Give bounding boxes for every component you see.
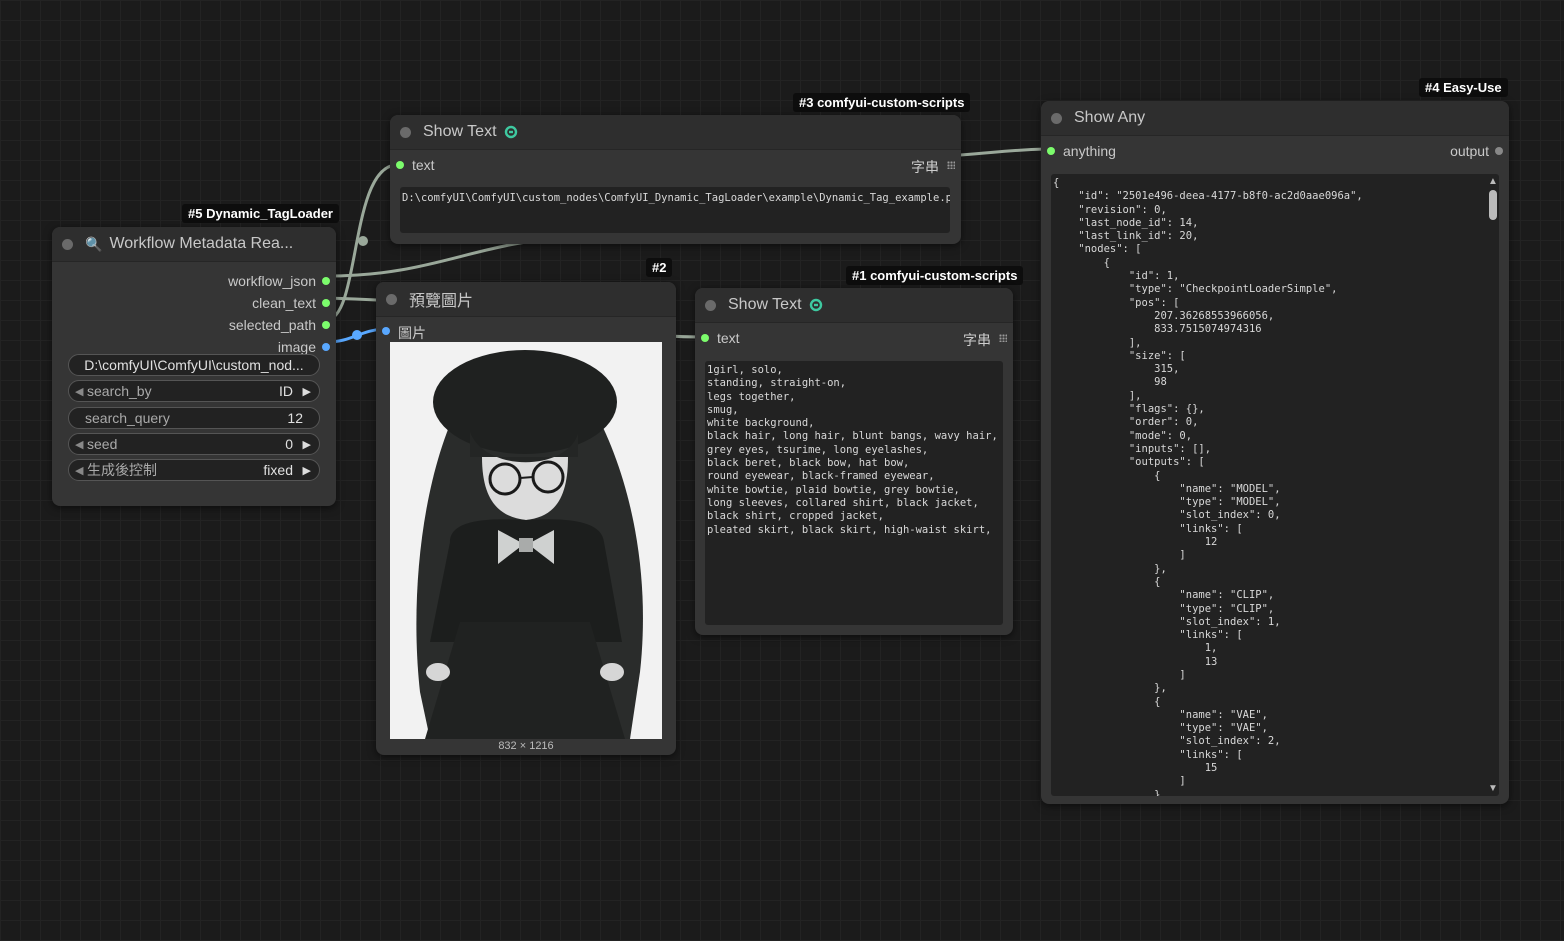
path-text-display[interactable]: D:\comfyUI\ComfyUI\custom_nodes\ComfyUI_…	[400, 187, 950, 233]
node-title: Show Any	[1074, 109, 1146, 126]
preview-image[interactable]	[390, 342, 662, 739]
arrow-right-icon[interactable]: ▶	[301, 464, 311, 477]
output-workflow-json[interactable]: workflow_json	[52, 270, 336, 292]
tags-text-display[interactable]: 1girl, solo, standing, straight-on, legs…	[705, 361, 1003, 625]
node-badge-2: #2	[646, 258, 673, 277]
search-query-field[interactable]: search_query 12	[68, 407, 320, 429]
seed-stepper[interactable]: ◀ seed 0 ▶	[68, 433, 320, 455]
wire-reroute-dot	[358, 236, 368, 246]
node-show-any[interactable]: Show Any anything output { "id": "2501e4…	[1041, 101, 1509, 804]
magnifier-icon: 🔍	[85, 235, 103, 252]
input-slot-dot[interactable]	[396, 161, 404, 169]
collapse-dot-icon[interactable]	[1051, 112, 1062, 124]
custom-scripts-icon	[809, 298, 822, 312]
wire-show-any	[959, 147, 1047, 157]
scroll-up-arrow-icon[interactable]: ▲	[1487, 176, 1499, 187]
node-title: Show Text	[423, 123, 497, 140]
node-title: Workflow Metadata Rea...	[109, 235, 294, 252]
node-show-text-tags[interactable]: Show Text text 字串 1girl, solo, standing,…	[695, 288, 1013, 635]
custom-scripts-icon	[504, 125, 517, 139]
input-slot-dot[interactable]	[1047, 147, 1055, 155]
input-label: anything	[1063, 143, 1116, 159]
output-slot-dot[interactable]	[322, 299, 330, 307]
output-selected-path[interactable]: selected_path	[52, 314, 336, 336]
output-slot-dot[interactable]	[322, 321, 330, 329]
arrow-right-icon[interactable]: ▶	[301, 438, 311, 451]
json-scrollbar[interactable]: ▲ ▼	[1487, 176, 1499, 794]
collapse-dot-icon[interactable]	[62, 238, 73, 250]
node-workflow-metadata-reader[interactable]: 🔍 Workflow Metadata Rea... workflow_json…	[52, 227, 336, 506]
input-slot-dot[interactable]	[701, 334, 709, 342]
output-slot-dot[interactable]	[322, 343, 330, 351]
path-text-widget[interactable]: D:\comfyUI\ComfyUI\custom_nod...	[68, 354, 320, 376]
arrow-left-icon[interactable]: ◀	[75, 464, 87, 477]
arrow-left-icon[interactable]: ◀	[75, 385, 87, 398]
output-label: workflow_json	[228, 273, 316, 289]
input-image[interactable]: 圖片	[376, 320, 676, 342]
input-text[interactable]: text 字串	[695, 327, 1013, 349]
widget-value: ID	[279, 383, 293, 399]
wire-image-dot	[352, 330, 362, 340]
widget-name: 生成後控制	[87, 462, 157, 478]
output-clean-text[interactable]: clean_text	[52, 292, 336, 314]
grip-icon[interactable]	[999, 334, 1007, 342]
node-badge-3: #3 comfyui-custom-scripts	[793, 93, 971, 112]
collapse-dot-icon[interactable]	[400, 126, 411, 138]
output-label: selected_path	[228, 317, 316, 333]
node-title-bar[interactable]: Show Any	[1041, 101, 1509, 136]
node-badge-5: #5 Dynamic_TagLoader	[182, 204, 339, 223]
output-label: output	[1450, 143, 1489, 159]
node-preview-image[interactable]: 預覽圖片 圖片 832 × 1216	[376, 282, 676, 755]
input-label: 圖片	[398, 325, 426, 341]
scroll-thumb[interactable]	[1489, 190, 1497, 220]
type-label: 字串	[911, 159, 939, 175]
image-size-caption: 832 × 1216	[498, 740, 554, 752]
path-value: D:\comfyUI\ComfyUI\custom_nod...	[84, 357, 304, 373]
scroll-down-arrow-icon[interactable]: ▼	[1487, 783, 1499, 794]
type-label: 字串	[963, 332, 991, 348]
control-after-generate-combo[interactable]: ◀ 生成後控制 fixed ▶	[68, 459, 320, 481]
input-label: text	[717, 330, 740, 346]
node-title-bar[interactable]: Show Text	[390, 115, 961, 150]
output-slot-dot[interactable]	[322, 277, 330, 285]
input-label: text	[412, 157, 435, 173]
widget-value: 0	[285, 436, 293, 452]
collapse-dot-icon[interactable]	[386, 293, 397, 305]
output-label: image	[277, 339, 316, 355]
widget-name: search_query	[85, 410, 170, 426]
search-by-combo[interactable]: ◀ search_by ID ▶	[68, 380, 320, 402]
input-slot-dot[interactable]	[382, 327, 390, 335]
arrow-right-icon[interactable]: ▶	[301, 385, 311, 398]
node-title: 預覽圖片	[409, 293, 474, 310]
node-show-text-path[interactable]: Show Text text 字串 D:\comfyUI\ComfyUI\cus…	[390, 115, 961, 244]
widget-value: fixed	[263, 462, 293, 478]
anime-girl-illustration	[390, 342, 662, 739]
output-slot-dot[interactable]	[1495, 147, 1503, 155]
node-title-bar[interactable]: 🔍 Workflow Metadata Rea...	[52, 227, 336, 262]
json-text-display[interactable]: { "id": "2501e496-deea-4177-b8f0-ac2d0aa…	[1051, 174, 1499, 796]
node-title: Show Text	[728, 296, 802, 313]
input-text[interactable]: text 字串	[390, 154, 961, 176]
widget-name: search_by	[87, 383, 152, 399]
arrow-left-icon[interactable]: ◀	[75, 438, 87, 451]
output-label: clean_text	[252, 295, 316, 311]
collapse-dot-icon[interactable]	[705, 299, 716, 311]
node-title-bar[interactable]: Show Text	[695, 288, 1013, 323]
input-anything[interactable]: anything output	[1041, 140, 1509, 162]
node-title-bar[interactable]: 預覽圖片	[376, 282, 676, 317]
node-badge-4: #4 Easy-Use	[1419, 78, 1508, 97]
grip-icon[interactable]	[947, 161, 955, 169]
widget-name: seed	[87, 436, 118, 452]
node-badge-1: #1 comfyui-custom-scripts	[846, 266, 1024, 285]
widget-value: 12	[287, 410, 303, 426]
